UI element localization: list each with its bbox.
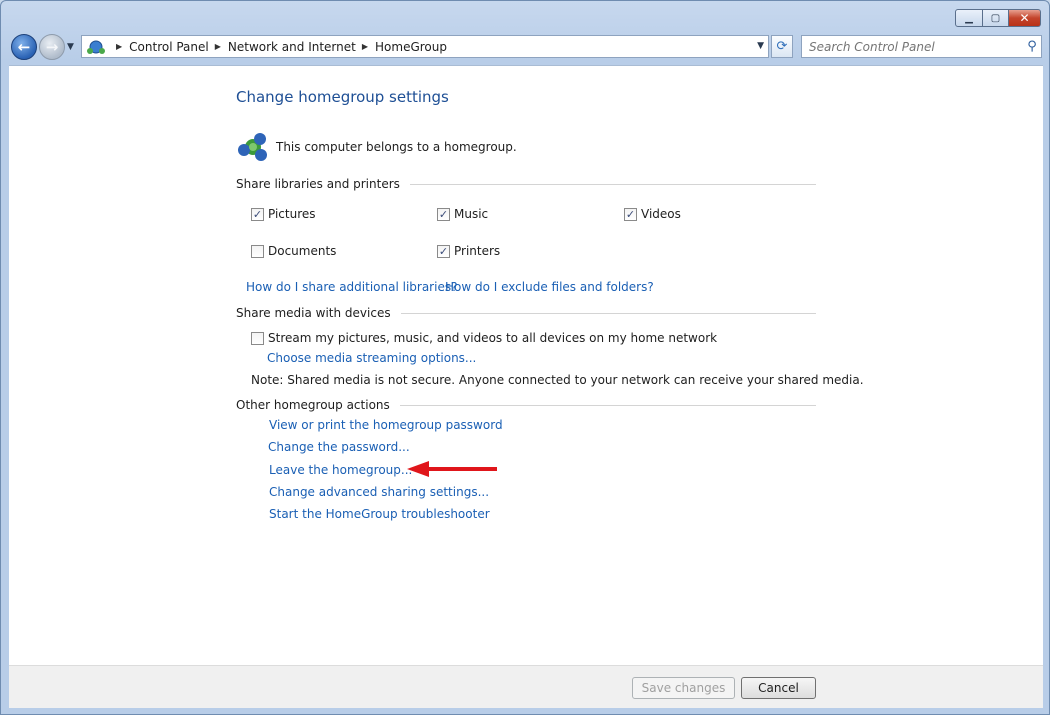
checkbox-videos[interactable]: ✓ Videos xyxy=(624,207,681,221)
section-divider xyxy=(399,404,816,406)
link-exclude-files[interactable]: How do I exclude files and folders? xyxy=(445,280,654,294)
link-advanced-sharing[interactable]: Change advanced sharing settings... xyxy=(269,485,489,499)
footer-bar: Save changes Cancel xyxy=(9,665,1043,708)
section-heading: Other homegroup actions xyxy=(236,398,390,412)
recent-pages-chevron-icon[interactable]: ▼ xyxy=(67,42,74,52)
main-content: Change homegroup settings This computer … xyxy=(9,65,1043,665)
refresh-button[interactable]: ⟳ xyxy=(771,35,793,58)
checkbox-label: Printers xyxy=(454,244,501,258)
breadcrumb-homegroup[interactable]: HomeGroup xyxy=(375,40,447,54)
navigation-bar: ← → ▼ ▶ Control Panel ▶ Network and Inte… xyxy=(9,34,1043,60)
checkbox-pictures[interactable]: ✓ Pictures xyxy=(251,207,316,221)
address-dropdown-icon[interactable]: ▼ xyxy=(757,41,764,51)
address-bar[interactable]: ▶ Control Panel ▶ Network and Internet ▶… xyxy=(81,35,769,58)
breadcrumb-separator-icon[interactable]: ▶ xyxy=(116,42,122,51)
checkbox-box[interactable] xyxy=(251,331,264,345)
link-media-streaming-options[interactable]: Choose media streaming options... xyxy=(267,351,476,365)
link-share-additional-libraries[interactable]: How do I share additional libraries? xyxy=(246,280,457,294)
checkbox-box[interactable]: ✓ xyxy=(251,207,264,221)
page-title: Change homegroup settings xyxy=(236,88,449,106)
checkbox-label: Stream my pictures, music, and videos to… xyxy=(268,331,718,345)
forward-button[interactable]: → xyxy=(39,34,65,60)
checkbox-printers[interactable]: ✓ Printers xyxy=(437,244,500,258)
link-leave-homegroup[interactable]: Leave the homegroup... xyxy=(269,463,412,477)
red-arrow-annotation-icon xyxy=(407,461,499,480)
link-change-password[interactable]: Change the password... xyxy=(268,440,410,454)
save-changes-button[interactable]: Save changes xyxy=(632,677,735,699)
checkbox-box[interactable]: ✓ xyxy=(624,207,637,221)
search-input[interactable] xyxy=(807,38,1023,55)
back-button[interactable]: ← xyxy=(11,34,37,60)
breadcrumb-control-panel[interactable]: Control Panel xyxy=(129,40,209,54)
link-view-print-password[interactable]: View or print the homegroup password xyxy=(269,418,503,432)
section-other-actions: Other homegroup actions xyxy=(236,398,816,412)
homegroup-icon xyxy=(236,130,270,164)
section-divider xyxy=(400,312,816,314)
section-divider xyxy=(409,183,816,185)
search-box[interactable]: ⚲ xyxy=(801,35,1042,58)
checkbox-label: Videos xyxy=(641,207,681,221)
breadcrumb-network-and-internet[interactable]: Network and Internet xyxy=(228,40,356,54)
section-heading: Share libraries and printers xyxy=(236,177,400,191)
checkbox-music[interactable]: ✓ Music xyxy=(437,207,488,221)
homegroup-status-text: This computer belongs to a homegroup. xyxy=(276,140,517,154)
search-icon[interactable]: ⚲ xyxy=(1023,39,1041,54)
checkbox-documents[interactable]: Documents xyxy=(251,244,336,258)
breadcrumb-separator-icon[interactable]: ▶ xyxy=(215,42,221,51)
refresh-icon: ⟳ xyxy=(776,39,788,54)
media-security-note: Note: Shared media is not secure. Anyone… xyxy=(251,373,864,387)
checkbox-box[interactable] xyxy=(251,244,264,258)
section-share-libraries: Share libraries and printers xyxy=(236,177,816,191)
section-heading: Share media with devices xyxy=(236,306,391,320)
caption-buttons: ▁ ▢ ✕ xyxy=(955,9,1041,27)
checkbox-box[interactable]: ✓ xyxy=(437,207,450,221)
minimize-button[interactable]: ▁ xyxy=(955,9,983,27)
homegroup-status: This computer belongs to a homegroup. xyxy=(236,130,517,164)
breadcrumb: ▶ Control Panel ▶ Network and Internet ▶… xyxy=(110,40,447,54)
checkbox-box[interactable]: ✓ xyxy=(437,244,450,258)
checkbox-label: Music xyxy=(454,207,489,221)
link-homegroup-troubleshooter[interactable]: Start the HomeGroup troubleshooter xyxy=(269,507,490,521)
breadcrumb-separator-icon[interactable]: ▶ xyxy=(362,42,368,51)
section-share-media: Share media with devices xyxy=(236,306,816,320)
cancel-button[interactable]: Cancel xyxy=(741,677,816,699)
checkbox-label: Pictures xyxy=(268,207,316,221)
checkbox-label: Documents xyxy=(268,244,337,258)
homegroup-window: ▁ ▢ ✕ ← → ▼ ▶ Control Panel ▶ Network an… xyxy=(0,0,1050,715)
close-button[interactable]: ✕ xyxy=(1009,9,1041,27)
checkbox-stream-media[interactable]: Stream my pictures, music, and videos to… xyxy=(251,331,717,345)
maximize-button[interactable]: ▢ xyxy=(983,9,1009,27)
network-globe-icon xyxy=(86,39,106,55)
